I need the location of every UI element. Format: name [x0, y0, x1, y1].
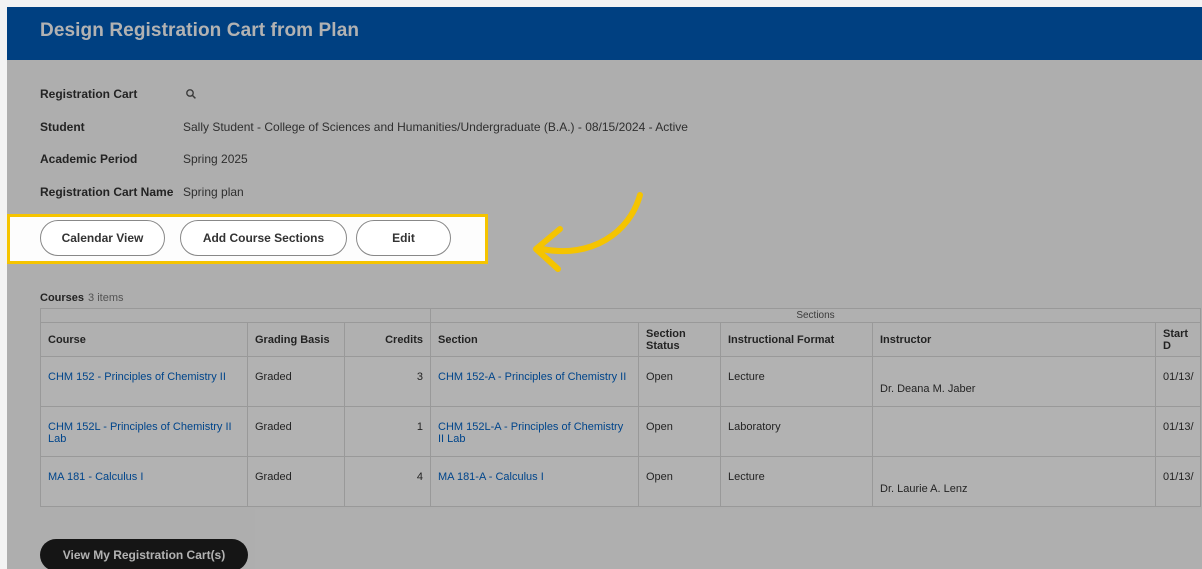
calendar-view-button[interactable]: Calendar View [40, 220, 165, 256]
page: Design Registration Cart from Plan Regis… [7, 7, 1202, 569]
edit-button[interactable]: Edit [356, 220, 451, 256]
dim-overlay-top [7, 7, 1202, 214]
dim-overlay-bottom [7, 264, 1202, 569]
curved-arrow-icon [533, 192, 643, 272]
add-course-sections-button[interactable]: Add Course Sections [180, 220, 347, 256]
